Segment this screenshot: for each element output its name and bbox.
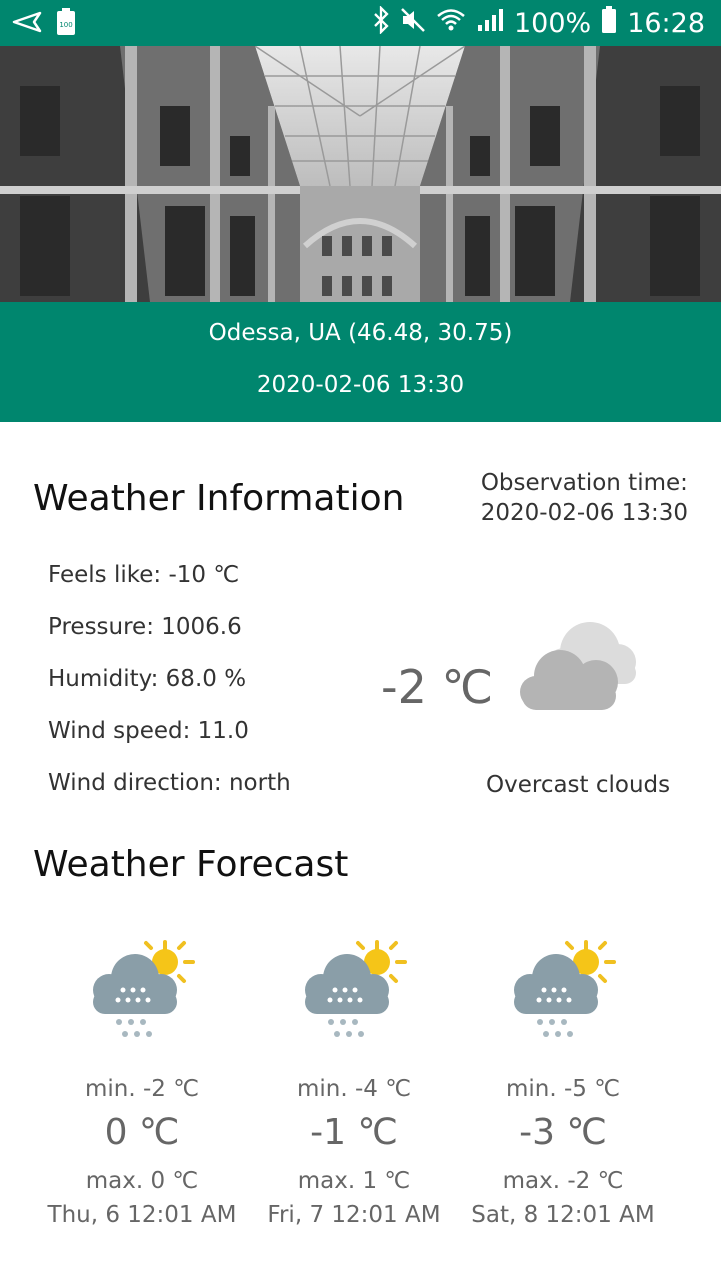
forecast-temp: -3 ℃	[519, 1112, 607, 1153]
battery-icon	[601, 6, 617, 41]
forecast-day-1: min. -2 ℃ 0 ℃ max. 0 ℃ Thu, 6 12:01 AM	[37, 940, 247, 1228]
condition-text: Overcast clouds	[486, 772, 671, 798]
location-text: Odessa, UA (46.48, 30.75)	[208, 320, 513, 346]
current-temperature: -2 ℃	[381, 660, 494, 714]
snow-sun-icon	[37, 940, 247, 1044]
pressure: Pressure: 1006.6	[48, 614, 242, 640]
forecast-min: min. -2 ℃	[84, 1076, 200, 1102]
observation-time: Observation time: 2020-02-06 13:30	[481, 468, 688, 528]
wind-direction: Wind direction: north	[48, 770, 291, 796]
battery-percent: 100%	[513, 8, 592, 39]
snow-sun-icon	[458, 940, 668, 1044]
forecast-min: min. -5 ℃	[505, 1076, 621, 1102]
feels-like: Feels like: -10 ℃	[48, 562, 240, 588]
wind-speed: Wind speed: 11.0	[48, 718, 249, 744]
forecast-min: min. -4 ℃	[296, 1076, 412, 1102]
header-datetime: 2020-02-06 13:30	[256, 372, 465, 398]
battery-badge-icon: 100	[56, 8, 76, 40]
forecast-max: max. -2 ℃	[502, 1168, 624, 1194]
status-bar: 100 100% 16:28	[0, 0, 721, 46]
city-photo	[0, 46, 721, 302]
forecast-day-2: min. -4 ℃ -1 ℃ max. 1 ℃ Fri, 7 12:01 AM	[249, 940, 459, 1228]
mute-icon	[400, 7, 426, 40]
overcast-clouds-icon	[518, 616, 640, 718]
location-banner: Odessa, UA (46.48, 30.75) 2020-02-06 13:…	[0, 302, 721, 422]
snow-sun-icon	[249, 940, 459, 1044]
observation-label: Observation time:	[480, 470, 688, 496]
observation-value: 2020-02-06 13:30	[480, 500, 688, 526]
signal-icon	[476, 7, 504, 40]
status-time: 16:28	[627, 8, 705, 39]
forecast-day-3: min. -5 ℃ -3 ℃ max. -2 ℃ Sat, 8 12:01 AM	[458, 940, 668, 1228]
forecast-temp: -1 ℃	[310, 1112, 398, 1153]
forecast-max: max. 0 ℃	[85, 1168, 199, 1194]
bluetooth-icon	[372, 5, 390, 41]
humidity: Humidity: 68.0 %	[48, 666, 247, 692]
send-icon	[12, 11, 42, 37]
forecast-max: max. 1 ℃	[297, 1168, 411, 1194]
forecast-title: Weather Forecast	[33, 844, 349, 885]
forecast-temp: 0 ℃	[104, 1112, 180, 1153]
wifi-icon	[436, 7, 466, 40]
battery-badge-text: 100	[59, 21, 72, 29]
weather-info-title: Weather Information	[33, 478, 405, 519]
forecast-date: Sat, 8 12:01 AM	[471, 1202, 655, 1228]
